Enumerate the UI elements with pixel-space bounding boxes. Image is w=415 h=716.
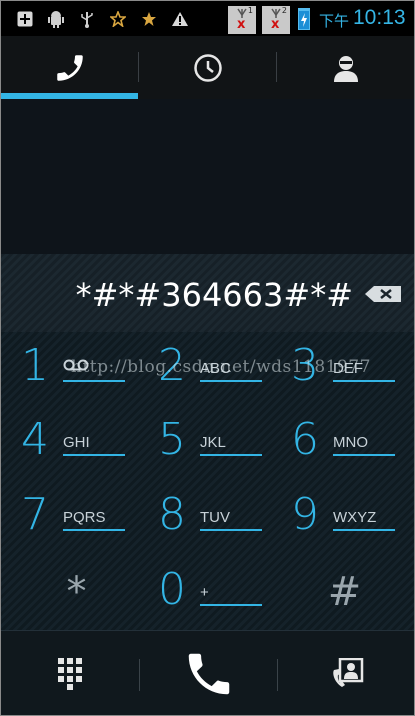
key-symbol: # (327, 569, 362, 615)
key-underline (63, 454, 125, 456)
suggestions-area (1, 99, 414, 254)
key-6[interactable]: 6 MNO (271, 406, 406, 480)
time-period: 下午 (319, 12, 350, 30)
call-button[interactable] (140, 631, 277, 715)
key-8[interactable]: 8 TUV (138, 481, 273, 555)
key-4[interactable]: 4 GHI (1, 406, 136, 480)
tab-bar (1, 36, 414, 99)
key-letters: ABC (200, 360, 231, 377)
key-letters: WXYZ (333, 509, 377, 526)
star-outline-icon (109, 10, 127, 28)
clock-icon (193, 53, 222, 82)
key-digit: 1 (21, 340, 49, 391)
key-digit: 3 (291, 340, 319, 391)
star-icon (140, 10, 158, 28)
clock: 10:13 (353, 6, 406, 29)
sim2-label: 2 (281, 6, 287, 15)
key-letters: + (200, 584, 209, 601)
key-star[interactable]: * (9, 556, 144, 630)
tab-phone[interactable] (1, 36, 138, 99)
key-letters: MNO (333, 434, 368, 451)
key-digit: 7 (21, 489, 49, 540)
warning-icon (171, 10, 189, 28)
status-bar: 1 x 2 x 下午 10:13 (1, 1, 414, 36)
key-3[interactable]: 3 DEF (271, 332, 406, 406)
key-letters: PQRS (63, 509, 106, 526)
key-underline (63, 380, 125, 382)
contacts-card-icon (332, 657, 363, 687)
key-letters: GHI (63, 434, 90, 451)
tab-contacts[interactable] (277, 36, 414, 99)
sim1-signal-icon: 1 x (228, 6, 256, 34)
usb-icon (78, 10, 96, 28)
key-digit: 5 (158, 414, 186, 465)
key-9[interactable]: 9 WXYZ (271, 481, 406, 555)
key-underline (63, 529, 125, 531)
key-underline (200, 529, 262, 531)
bottom-action-bar (1, 630, 414, 715)
key-underline (200, 604, 262, 606)
call-icon (188, 653, 229, 694)
key-digit: 8 (158, 489, 186, 540)
battery-charging-icon (298, 8, 310, 30)
add-contact-button[interactable] (278, 631, 414, 715)
sim1-label: 1 (247, 6, 253, 15)
key-2[interactable]: 2 ABC (138, 332, 273, 406)
backspace-icon[interactable] (363, 284, 403, 304)
android-debug-icon (47, 10, 65, 28)
key-digit: 2 (158, 340, 186, 391)
key-5[interactable]: 5 JKL (138, 406, 273, 480)
key-digit: 0 (158, 564, 186, 615)
phone-icon (56, 54, 83, 81)
sim1-no-signal: x (237, 17, 246, 32)
key-underline (333, 454, 395, 456)
key-letters: JKL (200, 434, 226, 451)
key-underline (333, 529, 395, 531)
key-underline (200, 380, 262, 382)
key-digit: 6 (291, 414, 319, 465)
key-digit: 9 (291, 489, 319, 540)
key-symbol: * (66, 569, 87, 615)
key-7[interactable]: 7 PQRS (1, 481, 136, 555)
key-underline (333, 380, 395, 382)
tab-call-log[interactable] (139, 36, 276, 99)
contact-icon (333, 55, 358, 82)
key-digit: 4 (21, 414, 49, 465)
key-underline (200, 454, 262, 456)
dialpad-toggle-button[interactable] (1, 631, 138, 715)
dialpad: 1 2 ABC 3 DEF 4 GHI 5 JKL 6 MNO 7 PQRS 8… (1, 332, 414, 630)
sim2-signal-icon: 2 x (262, 6, 290, 34)
key-1[interactable]: 1 (1, 332, 136, 406)
digits-display: *#*#364663#*# (1, 254, 414, 332)
digits-field[interactable]: *#*#364663#*# (41, 276, 353, 314)
key-0[interactable]: 0 + (138, 556, 273, 630)
add-icon (16, 10, 34, 28)
dialer-screen: 1 x 2 x 下午 10:13 *#*#364663#*# 1 2 ABC 3… (0, 0, 415, 716)
sim2-no-signal: x (271, 17, 280, 32)
dialpad-icon (57, 657, 82, 690)
key-hash[interactable]: # (277, 556, 412, 630)
voicemail-icon (63, 358, 89, 375)
key-letters: TUV (200, 509, 230, 526)
key-letters: DEF (333, 360, 363, 377)
